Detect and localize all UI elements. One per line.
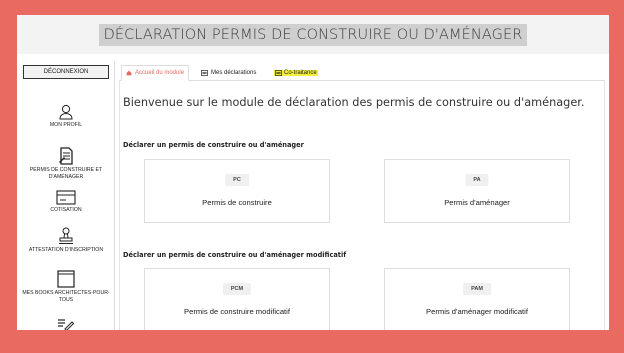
card-badge: PCM bbox=[222, 283, 252, 295]
tab-accueil[interactable]: Accueil du module bbox=[121, 65, 190, 81]
book-icon bbox=[57, 270, 75, 288]
tab-bar: Accueil du module Mes déclarations Co-tr… bbox=[119, 65, 605, 81]
tab-label: Co-traitance bbox=[284, 70, 317, 76]
sidebar-item-label: PERMIS DE CONSTRUIRE ET D'AMÉNAGER bbox=[29, 167, 103, 180]
card-label: Permis de construire modificatif bbox=[184, 307, 290, 316]
list-icon bbox=[201, 70, 208, 76]
tab-declarations[interactable]: Mes déclarations bbox=[197, 65, 260, 81]
edit-icon bbox=[58, 319, 75, 330]
sidebar-item-label: MES BOOKS ARCHITECTES-POUR-TOUS bbox=[22, 290, 110, 303]
card-icon bbox=[56, 190, 76, 205]
header-bar: DÉCLARATION PERMIS DE CONSTRUIRE OU D'AM… bbox=[17, 15, 609, 54]
section-title: Déclarer un permis de construire ou d'am… bbox=[123, 251, 347, 259]
card-pa[interactable]: PA Permis d'aménager bbox=[384, 159, 570, 223]
card-pc[interactable]: PC Permis de construire bbox=[144, 159, 330, 223]
card-badge: PA bbox=[465, 174, 489, 186]
card-label: Permis de construire bbox=[202, 198, 272, 207]
tab-label: Accueil du module bbox=[135, 70, 185, 76]
app-window: DÉCLARATION PERMIS DE CONSTRUIRE OU D'AM… bbox=[17, 15, 609, 330]
card-badge: PC bbox=[225, 174, 249, 186]
sidebar-item-attestation[interactable]: ATTESTATION D'INSCRIPTION bbox=[17, 227, 115, 254]
sidebar-item-cotisation[interactable]: COTISATION bbox=[17, 190, 115, 214]
stamp-icon bbox=[59, 227, 73, 244]
sidebar-item-books[interactable]: MES BOOKS ARCHITECTES-POUR-TOUS bbox=[17, 270, 115, 303]
card-pam[interactable]: PAM Permis d'aménager modificatif bbox=[384, 268, 570, 330]
sidebar-item-label: ATTESTATION D'INSCRIPTION bbox=[28, 247, 104, 253]
sidebar: DÉCONNEXION MON PROFIL PERMIS DE CONSTRU… bbox=[17, 61, 115, 330]
sidebar-item-profile[interactable]: MON PROFIL bbox=[17, 104, 115, 129]
document-icon bbox=[59, 147, 73, 165]
home-icon bbox=[126, 70, 132, 76]
card-label: Permis d'aménager modificatif bbox=[426, 307, 528, 316]
tab-co-traitance[interactable]: Co-traitance bbox=[270, 65, 322, 81]
list-icon bbox=[275, 70, 282, 76]
main-content: Accueil du module Mes déclarations Co-tr… bbox=[119, 61, 609, 330]
tab-label: Mes déclarations bbox=[211, 70, 257, 76]
sidebar-item-label: COTISATION bbox=[50, 207, 82, 213]
sidebar-item-label: MON PROFIL bbox=[49, 122, 83, 128]
section-title: Déclarer un permis de construire ou d'am… bbox=[123, 141, 304, 149]
card-badge: PAM bbox=[463, 283, 491, 295]
logout-button[interactable]: DÉCONNEXION bbox=[23, 65, 109, 79]
welcome-heading: Bienvenue sur le module de déclaration d… bbox=[123, 96, 585, 109]
sidebar-item-permits[interactable]: PERMIS DE CONSTRUIRE ET D'AMÉNAGER bbox=[17, 147, 115, 180]
tab-highlight: Co-traitance bbox=[274, 70, 318, 76]
card-pcm[interactable]: PCM Permis de construire modificatif bbox=[144, 268, 330, 330]
page-title: DÉCLARATION PERMIS DE CONSTRUIRE OU D'AM… bbox=[98, 23, 528, 46]
user-icon bbox=[59, 104, 73, 120]
sidebar-item-edit[interactable] bbox=[17, 317, 115, 330]
card-label: Permis d'aménager bbox=[444, 198, 510, 207]
